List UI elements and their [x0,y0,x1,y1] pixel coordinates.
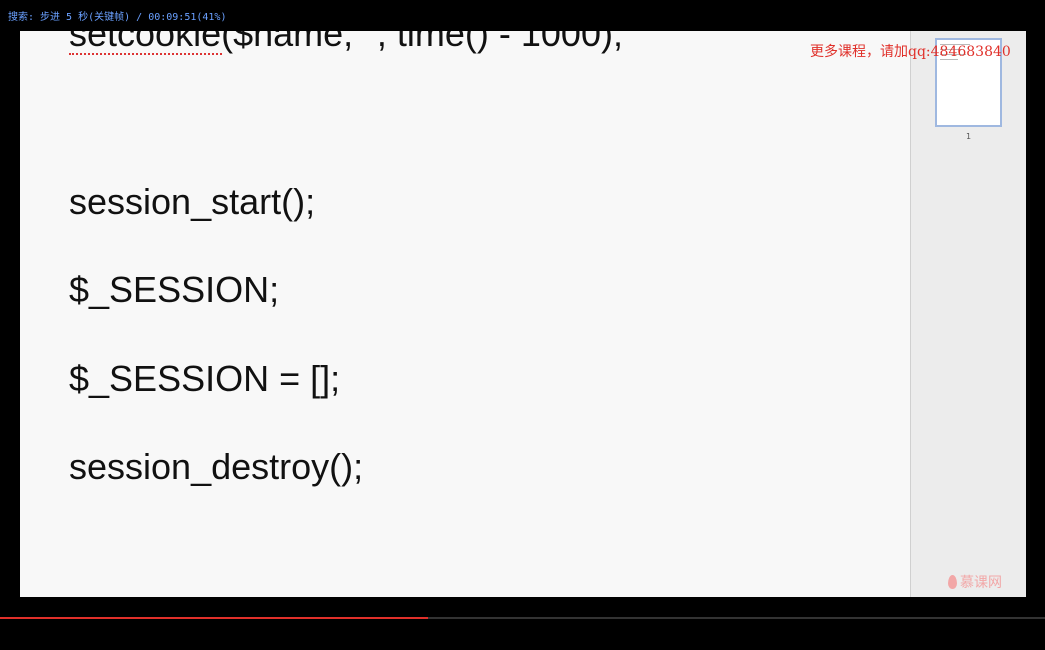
flame-logo-icon [948,575,957,589]
thumbnail-panel[interactable]: 1 [910,31,1026,597]
page-number: 1 [966,132,972,141]
spellcheck-underline [69,53,222,55]
watermark-text: 慕课网 [960,575,1002,591]
code-line-session-reset: $_SESSION = []; [69,358,341,399]
watermark: 慕课网 [948,572,1002,592]
status-bar: 搜索: 步进 5 秒(关键帧) / 00:09:51(41%) [0,0,1045,31]
promo-text: 更多课程，请加qq:484683840 [810,44,1011,60]
code-line-setcookie: setcookie($name, '', time() - 1000); [69,31,623,55]
code-line-session-start: session_start(); [69,181,316,222]
progress-bar[interactable] [0,617,1045,619]
status-text: 搜索: 步进 5 秒(关键帧) / 00:09:51(41%) [8,12,227,23]
code-line-session-var: $_SESSION; [69,269,280,310]
progress-fill [0,617,429,619]
slide-canvas: setcookie($name, '', time() - 1000); ses… [20,31,910,597]
code-line-setcookie-text: setcookie($name, '', time() - 1000); [69,31,623,54]
code-line-session-destroy: session_destroy(); [69,446,364,487]
